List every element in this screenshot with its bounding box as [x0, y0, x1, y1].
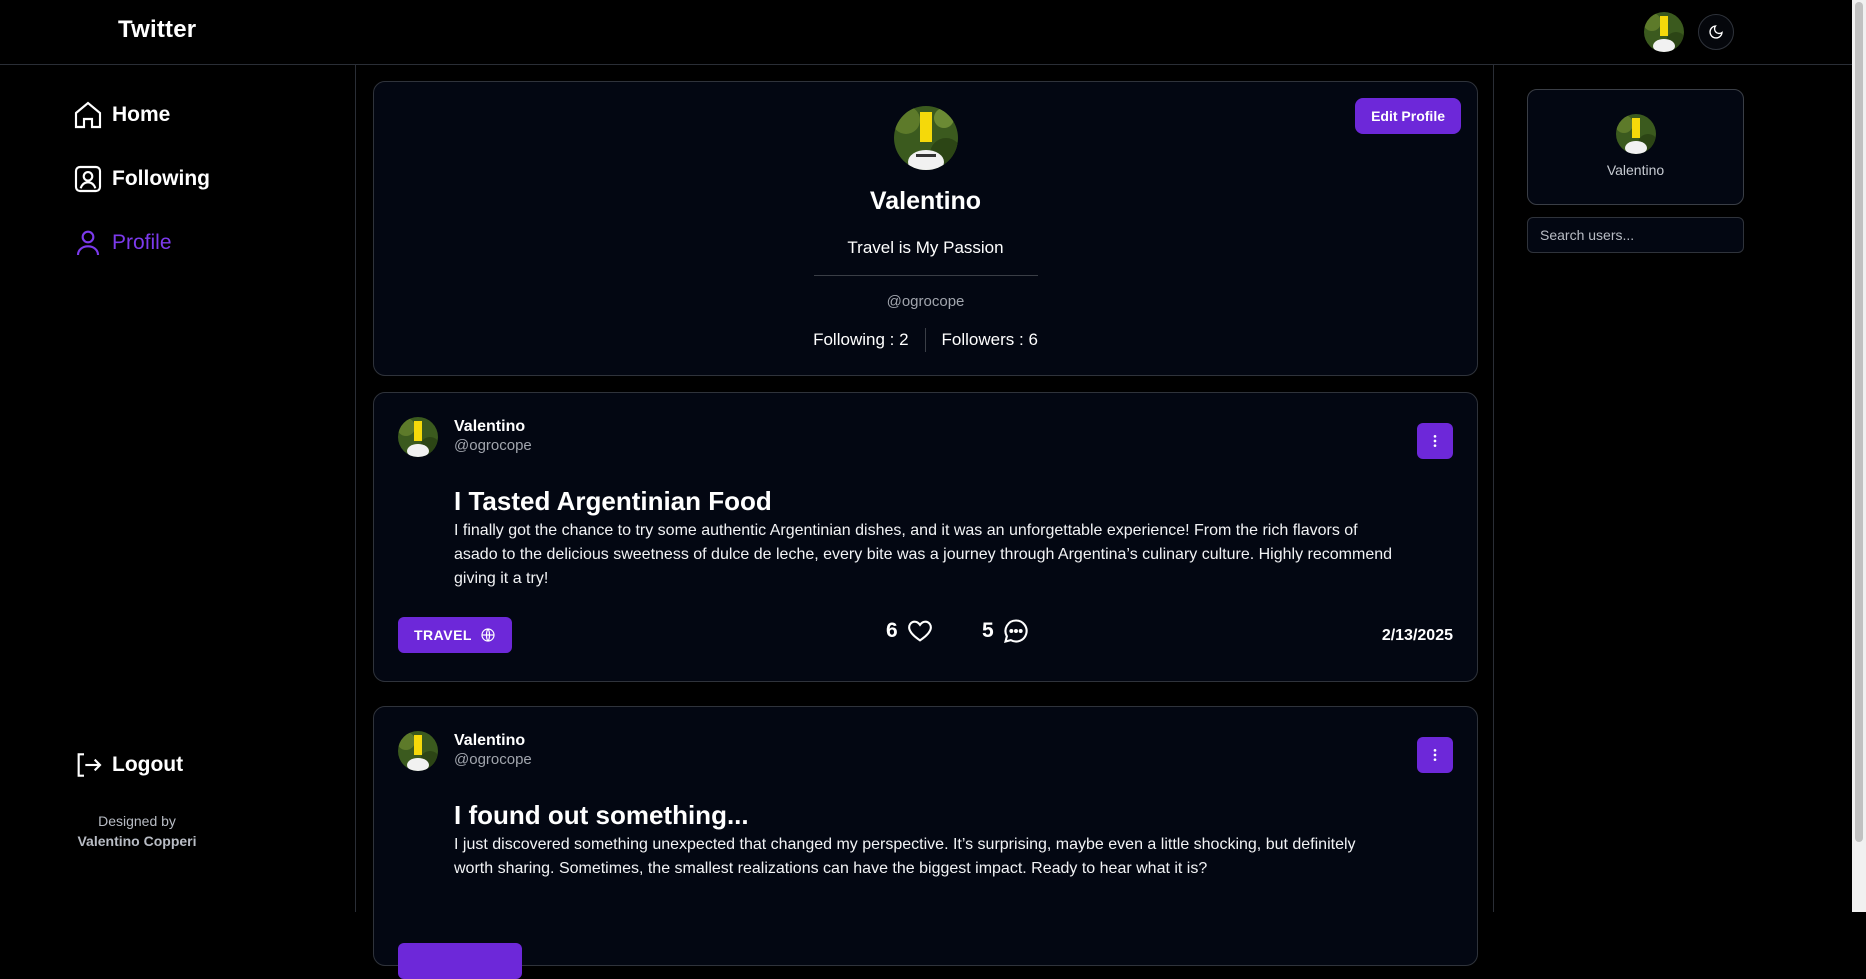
comment-count: 5 [982, 619, 994, 642]
scrollbar-thumb[interactable] [1855, 2, 1863, 842]
post-card: Valentino @ogrocope I found out somethin… [373, 706, 1478, 979]
post-author-handle: @ogrocope [454, 437, 532, 454]
post-title: I found out something... [454, 800, 749, 830]
avatar-image [398, 417, 438, 457]
post-author-handle: @ogrocope [454, 751, 532, 768]
avatar[interactable] [398, 417, 438, 457]
more-vertical-icon [1433, 435, 1437, 447]
logout-label: Logout [112, 753, 184, 776]
sidebar-item-profile[interactable]: Profile [72, 227, 172, 259]
avatar[interactable] [398, 731, 438, 771]
app-title[interactable]: Twitter [118, 16, 196, 44]
comment-button[interactable]: 5 [982, 617, 1030, 645]
profile-name: Valentino [869, 187, 982, 215]
credits-line: Designed by [98, 813, 176, 829]
post-author-name[interactable]: Valentino [454, 418, 525, 436]
divider [814, 275, 1038, 276]
comment-icon [1003, 619, 1028, 643]
sidebar-item-home[interactable]: Home [72, 99, 170, 131]
home-icon [74, 101, 102, 129]
sidebar: Home Following Profile Logout Designed b… [0, 65, 356, 912]
top-bar: Twitter [0, 0, 1852, 65]
post-author-name[interactable]: Valentino [454, 732, 525, 750]
like-button[interactable]: 6 [886, 617, 934, 645]
post-tag-button[interactable] [398, 943, 522, 979]
logout-button[interactable]: Logout [72, 749, 183, 781]
suggested-user-name: Valentino [1606, 162, 1665, 178]
sidebar-item-following[interactable]: Following [72, 163, 210, 195]
search-input[interactable] [1527, 217, 1744, 253]
like-count: 6 [886, 619, 898, 642]
following-icon [74, 165, 102, 193]
credits: Designed by Valentino Copperi [60, 811, 214, 851]
avatar-image [894, 106, 958, 170]
profile-handle: @ogrocope [886, 293, 965, 310]
avatar-image [1616, 114, 1656, 154]
profile-card: Edit Profile Valentino Travel is My Pass… [373, 81, 1478, 376]
avatar [894, 106, 958, 170]
suggested-user-card[interactable]: Valentino [1527, 89, 1744, 205]
sidebar-item-label: Profile [112, 231, 172, 254]
post-body: I finally got the chance to try some aut… [454, 522, 1393, 587]
post-body: I just discovered something unexpected t… [454, 836, 1356, 877]
post-card: Valentino @ogrocope I Tasted Argentinian… [373, 392, 1478, 682]
theme-toggle-button[interactable] [1698, 14, 1734, 50]
right-panel: Valentino [1495, 65, 1852, 912]
edit-profile-button[interactable]: Edit Profile [1355, 98, 1461, 134]
post-tag-button[interactable]: TRAVEL [398, 617, 512, 653]
post-menu-button[interactable] [1417, 737, 1453, 773]
main-feed: Edit Profile Valentino Travel is My Pass… [357, 65, 1494, 979]
globe-icon [481, 628, 495, 642]
sidebar-item-label: Home [112, 103, 171, 126]
avatar[interactable] [1644, 12, 1684, 52]
avatar-image [1644, 12, 1684, 52]
heart-icon [907, 620, 932, 642]
post-tag-label: TRAVEL [414, 627, 472, 643]
sidebar-item-label: Following [112, 167, 210, 190]
post-date: 2/13/2025 [1381, 627, 1453, 644]
profile-bio: Travel is My Passion [847, 238, 1004, 257]
profile-icon [76, 230, 100, 256]
followers-count[interactable]: Followers : 6 [926, 330, 1054, 352]
scrollbar[interactable] [1852, 0, 1866, 912]
avatar [1616, 114, 1656, 154]
credits-author: Valentino Copperi [77, 833, 197, 849]
profile-stats: Following : 2 Followers : 6 [374, 328, 1477, 352]
post-title: I Tasted Argentinian Food [454, 486, 772, 516]
logout-icon [77, 753, 102, 777]
following-count[interactable]: Following : 2 [797, 330, 924, 352]
post-menu-button[interactable] [1417, 423, 1453, 459]
avatar-image [398, 731, 438, 771]
moon-icon [1709, 25, 1723, 39]
more-vertical-icon [1433, 749, 1437, 761]
